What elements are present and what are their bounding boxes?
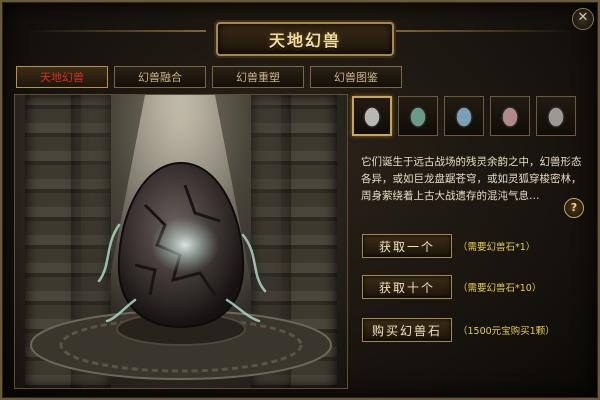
window-title-plate: 天地幻兽 [216, 22, 394, 56]
tab-label: 幻兽重塑 [236, 71, 280, 84]
egg-icon [363, 106, 381, 128]
close-icon: ✕ [577, 10, 589, 25]
tab-bar: 天地幻兽 幻兽融合 幻兽重塑 幻兽图鉴 [16, 66, 402, 88]
tab-beast-summon[interactable]: 天地幻兽 [16, 66, 108, 88]
get-ten-cost: （需要幻兽石*10） [458, 283, 542, 294]
egg-icon [547, 106, 565, 128]
tab-beast-fusion[interactable]: 幻兽融合 [114, 66, 206, 88]
egg-slot-3[interactable] [444, 96, 484, 136]
egg-selector [352, 96, 576, 136]
beast-egg-illustration [30, 95, 332, 380]
tab-label: 天地幻兽 [40, 71, 84, 84]
help-button[interactable]: ? [564, 198, 584, 218]
close-button[interactable]: ✕ [572, 8, 594, 30]
egg-icon [455, 106, 473, 128]
help-icon: ? [570, 201, 578, 214]
buy-stone-price: （1500元宝购买1颗） [458, 326, 555, 337]
tab-label: 幻兽图鉴 [334, 71, 378, 84]
egg-slot-1[interactable] [352, 96, 392, 136]
egg-icon [501, 106, 519, 128]
tab-beast-reshape[interactable]: 幻兽重塑 [212, 66, 304, 88]
window-title: 天地幻兽 [268, 31, 341, 50]
beast-window: 天地幻兽 ✕ 天地幻兽 幻兽融合 幻兽重塑 幻兽图鉴 它们诞生于远古战场的残灵余… [0, 0, 600, 400]
egg-slot-4[interactable] [490, 96, 530, 136]
tab-beast-codex[interactable]: 幻兽图鉴 [310, 66, 402, 88]
egg-crack-glow [151, 217, 219, 273]
tab-label: 幻兽融合 [138, 71, 182, 84]
egg-slot-5[interactable] [536, 96, 576, 136]
action-row-get-ten: 获取十个 （需要幻兽石*10） [362, 275, 541, 299]
buy-stone-button[interactable]: 购买幻兽石 [362, 318, 452, 342]
egg-slot-2[interactable] [398, 96, 438, 136]
title-divider-left [26, 30, 206, 32]
action-row-buy-stone: 购买幻兽石 （1500元宝购买1颗） [362, 318, 555, 342]
egg-icon [409, 106, 427, 128]
title-divider-right [394, 30, 574, 32]
egg-display-scene [14, 94, 348, 389]
get-one-button[interactable]: 获取一个 [362, 234, 452, 258]
beast-description: 它们诞生于远古战场的残灵余韵之中，幻兽形态各异，或如巨龙盘踞苍穹，或如灵狐穿梭密… [361, 156, 582, 202]
get-one-cost: （需要幻兽石*1） [458, 242, 536, 253]
action-row-get-one: 获取一个 （需要幻兽石*1） [362, 234, 535, 258]
get-ten-button[interactable]: 获取十个 [362, 275, 452, 299]
